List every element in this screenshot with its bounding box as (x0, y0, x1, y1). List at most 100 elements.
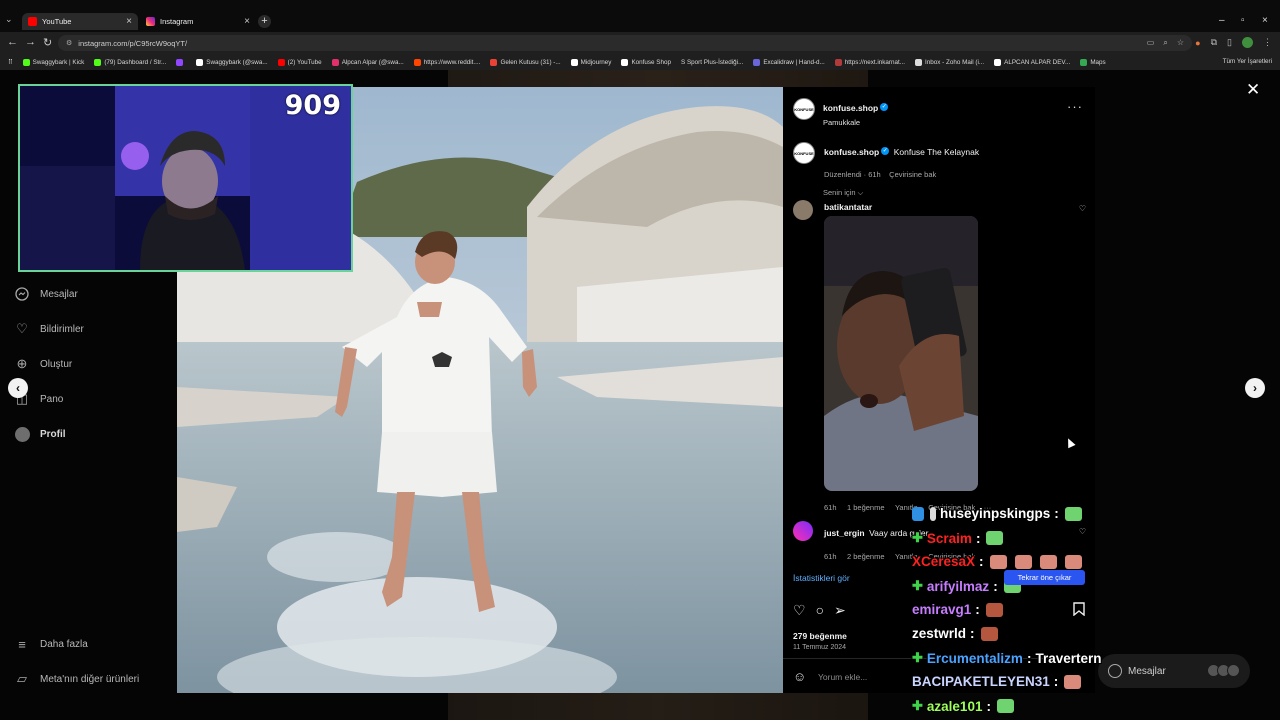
verified-icon: ✓ (880, 102, 889, 111)
zoom-icon[interactable]: ⌕ (1163, 38, 1167, 48)
rehighlight-tooltip[interactable]: Tekrar öne çıkar (1004, 570, 1085, 585)
side-panel-icon[interactable]: ▯ (1227, 37, 1232, 48)
bookmark-kick[interactable]: Swaggybark | Kick (22, 58, 84, 66)
comment-input[interactable]: Yorum ekle... (818, 672, 867, 682)
bookmark-instagram[interactable]: Alpcan Alpar (@swa... (331, 58, 404, 66)
maximize-icon[interactable]: ▫ (1241, 15, 1245, 26)
install-icon[interactable]: ▭ (1147, 38, 1155, 48)
tab-title: YouTube (42, 17, 72, 26)
bookmark-maps[interactable]: Maps (1080, 58, 1106, 66)
close-window-icon[interactable]: × (1262, 15, 1268, 26)
apps-icon[interactable]: ⠿ (8, 59, 13, 66)
bookmark-dev[interactable]: ALPCAN ALPAR DEV... (994, 58, 1070, 66)
bookmark-twitch[interactable] (176, 58, 186, 66)
comment-gif[interactable] (824, 216, 978, 491)
new-tab-button[interactable]: + (258, 15, 271, 28)
emoji-icon[interactable]: ☺ (793, 669, 806, 684)
author-username[interactable]: konfuse.shop (823, 103, 878, 113)
bookmark-reddit[interactable]: https://www.reddit.... (413, 58, 480, 66)
tab-strip: ⌄ YouTube × Instagram × + – ▫ × (0, 0, 1280, 32)
sort-dropdown[interactable]: Senin için ⌵ (823, 182, 863, 200)
konfuse-icon (621, 58, 629, 66)
instagram-page: Mesajlar ♡ Bildirimler ⊕ Oluştur ◫ Pano … (0, 70, 1280, 720)
close-tab-icon[interactable]: × (244, 16, 250, 27)
comment-likes[interactable]: 2 beğenme (847, 552, 885, 561)
chat-message: ✚ Ercumentalizm: Travertern (912, 650, 1102, 666)
excalidraw-icon (753, 58, 761, 66)
messages-pill[interactable]: Mesajlar (1098, 654, 1250, 688)
commenter-avatar[interactable] (793, 521, 813, 541)
caption-avatar[interactable]: KONFUSE (793, 142, 815, 164)
youtube-icon (28, 17, 37, 26)
all-bookmarks[interactable]: Tüm Yer İşaretleri (1223, 58, 1272, 65)
extensions-puzzle-icon[interactable]: ⧉ (1211, 37, 1217, 48)
omnibox-actions: ▭ ⌕ ☆ (1147, 38, 1184, 48)
bookmark-midjourney[interactable]: Midjourney (570, 58, 611, 66)
comment-like-icon[interactable]: ♡ (1079, 527, 1086, 536)
address-bar[interactable]: ⚙ instagram.com/p/C95rcW9oqYT/ (58, 35, 1192, 51)
bookmark-ssport[interactable]: S Sport Plus-İstediği... (681, 59, 743, 66)
sidebar-item-label: Pano (40, 393, 64, 405)
background-feed (448, 693, 868, 720)
comment-username[interactable]: batikantatar (824, 202, 872, 212)
emote-icon (1039, 554, 1057, 569)
close-icon[interactable]: ✕ (1246, 80, 1260, 100)
minimize-icon[interactable]: – (1219, 15, 1225, 26)
bookmark-youtube[interactable]: (2) YouTube (277, 58, 322, 66)
bookmark-konfuse[interactable]: Konfuse Shop (621, 58, 671, 66)
bookmark-zoho[interactable]: Inbox - Zoho Mail (i... (915, 58, 984, 66)
tab-search-icon[interactable]: ⌄ (5, 14, 13, 25)
bookmark-gmail[interactable]: Gelen Kutusu (31) -... (490, 58, 561, 66)
forward-icon[interactable]: → (25, 36, 36, 48)
previous-post-button[interactable]: ‹ (8, 378, 28, 398)
bookmark-x[interactable]: Swaggybark (@swa... (196, 58, 268, 66)
comment-username[interactable]: just_ergin (824, 528, 865, 538)
sidebar-item-meta[interactable]: ▱ Meta'nın diğer ürünleri (14, 671, 139, 687)
heart-icon: ♡ (16, 321, 28, 336)
chat-username: Ercumentalizm (926, 650, 1023, 666)
like-count[interactable]: 279 beğenme (793, 631, 847, 641)
share-icon[interactable]: ➢ (834, 602, 846, 619)
bookmark-inkarnate[interactable]: https://next.inkarnat... (834, 58, 905, 66)
chat-username: emiravg1 (912, 602, 972, 617)
bookmark-excalidraw[interactable]: Excalidraw | Hand-d... (753, 58, 825, 66)
sidebar-item-create[interactable]: ⊕ Oluştur (14, 356, 73, 372)
sidebar-item-notifications[interactable]: ♡ Bildirimler (14, 321, 84, 337)
extension-icon[interactable]: ● (1195, 38, 1200, 48)
sort-label: Senin için (823, 188, 856, 197)
reddit-icon (413, 58, 421, 66)
caption-username[interactable]: konfuse.shop (824, 147, 879, 157)
sidebar-item-profile[interactable]: Profil (14, 426, 66, 442)
sidebar-item-label: Mesajlar (40, 288, 78, 300)
author-avatar[interactable]: KONFUSE (793, 98, 815, 120)
insights-link[interactable]: İstatistikleri gör (793, 573, 850, 583)
back-icon[interactable]: ← (7, 36, 18, 48)
close-tab-icon[interactable]: × (126, 16, 132, 27)
tab-youtube[interactable]: YouTube × (22, 13, 138, 30)
commenter-avatar[interactable] (793, 200, 813, 220)
profile-avatar-icon[interactable] (1242, 37, 1253, 48)
tab-instagram[interactable]: Instagram × (140, 13, 256, 30)
sidebar-item-label: Oluştur (40, 358, 73, 370)
badge-icon: ✚ (912, 530, 923, 545)
reload-icon[interactable]: ↻ (43, 36, 52, 49)
bookmark-icon[interactable] (1073, 602, 1085, 619)
comment-likes[interactable]: 1 beğenme (847, 503, 885, 512)
translate-link[interactable]: Çevirisine bak (889, 170, 936, 179)
sidebar-item-label: Bildirimler (40, 323, 84, 335)
comment-icon[interactable]: ○ (816, 602, 824, 619)
like-icon[interactable]: ♡ (793, 602, 806, 619)
star-icon[interactable]: ☆ (1177, 38, 1184, 48)
post-location[interactable]: Pamukkale (823, 118, 888, 127)
more-options-icon[interactable]: ··· (1067, 99, 1083, 114)
comment-like-icon[interactable]: ♡ (1079, 204, 1086, 213)
chat-username: azale101 (926, 698, 983, 714)
browser-menu-icon[interactable]: ⋮ (1263, 37, 1272, 48)
twitch-icon (176, 58, 184, 66)
sidebar-item-more[interactable]: ≡ Daha fazla (14, 636, 88, 652)
messages-label: Mesajlar (1128, 665, 1166, 677)
next-post-button[interactable]: › (1245, 378, 1265, 398)
site-info-icon[interactable]: ⚙ (66, 39, 72, 47)
sidebar-item-messages[interactable]: Mesajlar (14, 286, 78, 302)
bookmark-dashboard[interactable]: (79) Dashboard / Str... (94, 58, 166, 66)
